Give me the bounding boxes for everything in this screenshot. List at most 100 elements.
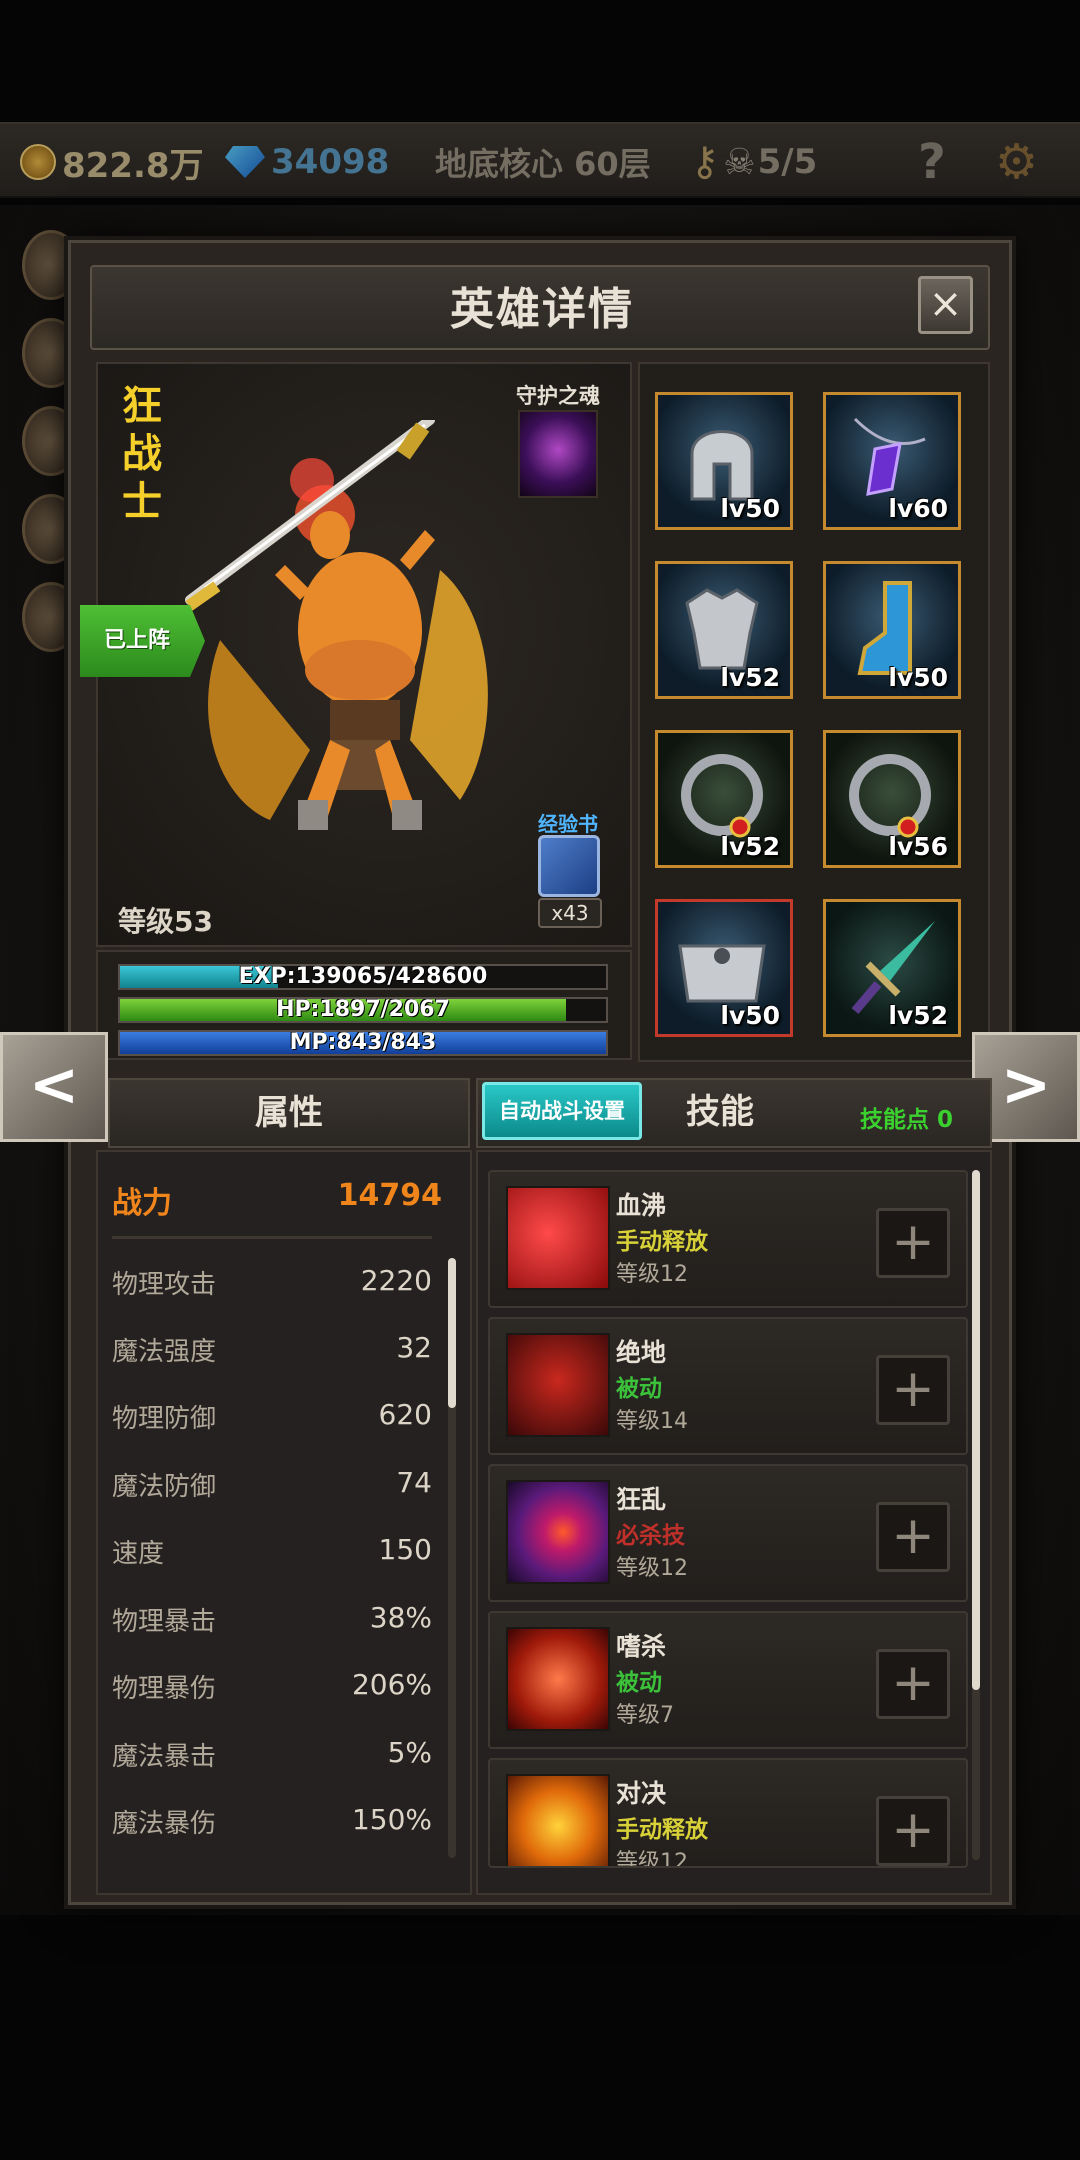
skull-icon: ☠ — [723, 141, 756, 183]
exp-book-icon[interactable] — [538, 835, 600, 897]
skill-card[interactable]: 血沸 手动释放 等级12 + — [488, 1170, 968, 1308]
skill-level: 等级14 — [616, 1409, 688, 1434]
diamond-counter: 34098 — [225, 124, 389, 200]
attributes-scrollbar[interactable] — [448, 1258, 456, 1858]
equip-level: lv50 — [720, 1001, 780, 1030]
skills-tab[interactable]: 技能 — [665, 1082, 775, 1142]
skill-name: 血沸 — [616, 1191, 667, 1220]
skill-upgrade-button[interactable]: + — [876, 1502, 950, 1572]
attribute-value: 150 — [378, 1533, 432, 1566]
auto-battle-settings-button[interactable]: 自动战斗设置 — [482, 1082, 642, 1140]
skill-points: 技能点 0 — [860, 1107, 954, 1133]
power-value: 14794 — [337, 1178, 442, 1213]
key-counter: ⚷ ☠ 5/5 — [690, 124, 817, 200]
blood-boil-icon — [506, 1186, 610, 1290]
attribute-row: 魔法暴击 5% — [112, 1736, 432, 1786]
equip-slot-helmet[interactable]: lv50 — [655, 392, 793, 530]
skill-card[interactable]: 嗜杀 被动 等级7 + — [488, 1611, 968, 1749]
equip-slot-chest[interactable]: lv52 — [655, 561, 793, 699]
attribute-label: 物理防御 — [112, 1404, 217, 1434]
skill-name: 绝地 — [616, 1338, 667, 1367]
attribute-label: 速度 — [112, 1539, 165, 1569]
equip-slot-boots[interactable]: lv50 — [823, 561, 961, 699]
help-button[interactable]: ? — [918, 124, 946, 200]
background-hero-list — [22, 230, 80, 730]
scrollbar-thumb[interactable] — [972, 1170, 980, 1690]
divider — [112, 1236, 432, 1239]
attribute-value: 2220 — [360, 1264, 432, 1297]
skill-type: 被动 — [616, 1376, 662, 1402]
attribute-row: 物理防御 620 — [112, 1398, 432, 1448]
scrollbar-thumb[interactable] — [448, 1258, 456, 1408]
equip-slot-weapon[interactable]: lv50 — [655, 899, 793, 1037]
attribute-value: 38% — [369, 1601, 432, 1634]
attribute-value: 206% — [351, 1668, 432, 1701]
attributes-header: 属性 — [108, 1078, 470, 1148]
duel-swords-icon — [506, 1774, 610, 1866]
gold-counter: 822.8万 — [20, 124, 204, 200]
attribute-value: 150% — [351, 1803, 432, 1836]
skill-name: 对决 — [616, 1779, 667, 1808]
attribute-row: 物理暴伤 206% — [112, 1668, 432, 1718]
attribute-row: 魔法暴伤 150% — [112, 1803, 432, 1853]
equip-slot-ring-1[interactable]: lv52 — [655, 730, 793, 868]
guardian-soul-label: 守护之魂 — [516, 384, 600, 408]
skill-card[interactable]: 绝地 被动 等级14 + — [488, 1317, 968, 1455]
skill-upgrade-button[interactable]: + — [876, 1796, 950, 1866]
power-row: 战力 14794 — [112, 1178, 442, 1234]
hero-name: 狂 战 士 — [122, 383, 162, 525]
equip-level: lv52 — [720, 832, 780, 861]
attribute-row: 速度 150 — [112, 1533, 432, 1583]
resource-bar: 822.8万 34098 地底核心 60层 ⚷ ☠ 5/5 ? ⚙ — [0, 122, 1080, 198]
skill-card[interactable]: 狂乱 必杀技 等级12 + — [488, 1464, 968, 1602]
mp-text: MP:843/843 — [289, 1030, 437, 1055]
power-label: 战力 — [112, 1186, 172, 1221]
attribute-value: 5% — [387, 1736, 432, 1769]
dialog-title-bar: 英雄详情 — [90, 265, 990, 350]
exp-text: EXP:139065/428600 — [238, 964, 488, 989]
diamond-icon — [225, 146, 265, 178]
attribute-value: 620 — [378, 1398, 432, 1431]
skill-upgrade-button[interactable]: + — [876, 1208, 950, 1278]
skills-scrollbar[interactable] — [972, 1170, 980, 1860]
bloodlust-icon — [506, 1627, 610, 1731]
key-value: 5/5 — [757, 142, 818, 182]
attribute-label: 魔法防御 — [112, 1472, 217, 1502]
equip-level: lv52 — [720, 663, 780, 692]
attribute-label: 物理暴击 — [112, 1607, 217, 1637]
attribute-row: 物理暴击 38% — [112, 1601, 432, 1651]
equip-slot-ring-2[interactable]: lv56 — [823, 730, 961, 868]
equip-level: lv56 — [888, 832, 948, 861]
gold-value: 822.8万 — [62, 145, 204, 186]
equip-level: lv50 — [720, 494, 780, 523]
skill-type: 手动释放 — [616, 1817, 708, 1843]
skill-name: 嗜杀 — [616, 1632, 667, 1661]
skill-level: 等级12 — [616, 1556, 688, 1581]
settings-gear-icon[interactable]: ⚙ — [995, 124, 1038, 200]
skill-level: 等级12 — [616, 1850, 688, 1868]
attribute-row: 魔法防御 74 — [112, 1466, 432, 1516]
skill-level: 等级7 — [616, 1703, 674, 1728]
frenzy-eye-icon — [506, 1480, 610, 1584]
prev-hero-button[interactable]: < — [0, 1032, 108, 1142]
skill-type: 被动 — [616, 1670, 662, 1696]
dialog-title: 英雄详情 — [450, 284, 634, 335]
equip-level: lv52 — [888, 1001, 948, 1030]
skill-name: 狂乱 — [616, 1485, 667, 1514]
skill-upgrade-button[interactable]: + — [876, 1649, 950, 1719]
stage-label: 地底核心 60层 — [435, 145, 651, 183]
equip-slot-amulet[interactable]: lv60 — [823, 392, 961, 530]
attribute-label: 魔法强度 — [112, 1337, 217, 1367]
key-icon: ⚷ — [690, 139, 720, 185]
exp-book-label: 经验书 — [538, 812, 598, 836]
attribute-value: 32 — [396, 1331, 432, 1364]
attribute-value: 74 — [396, 1466, 432, 1499]
equip-level: lv60 — [888, 494, 948, 523]
skill-upgrade-button[interactable]: + — [876, 1355, 950, 1425]
attribute-row: 物理攻击 2220 — [112, 1264, 432, 1314]
attribute-label: 魔法暴伤 — [112, 1809, 217, 1839]
close-button[interactable]: × — [918, 276, 973, 334]
skill-card[interactable]: 对决 手动释放 等级12 + — [488, 1758, 968, 1868]
equip-slot-offhand[interactable]: lv52 — [823, 899, 961, 1037]
hp-bar: HP:1897/2067 — [118, 997, 608, 1023]
